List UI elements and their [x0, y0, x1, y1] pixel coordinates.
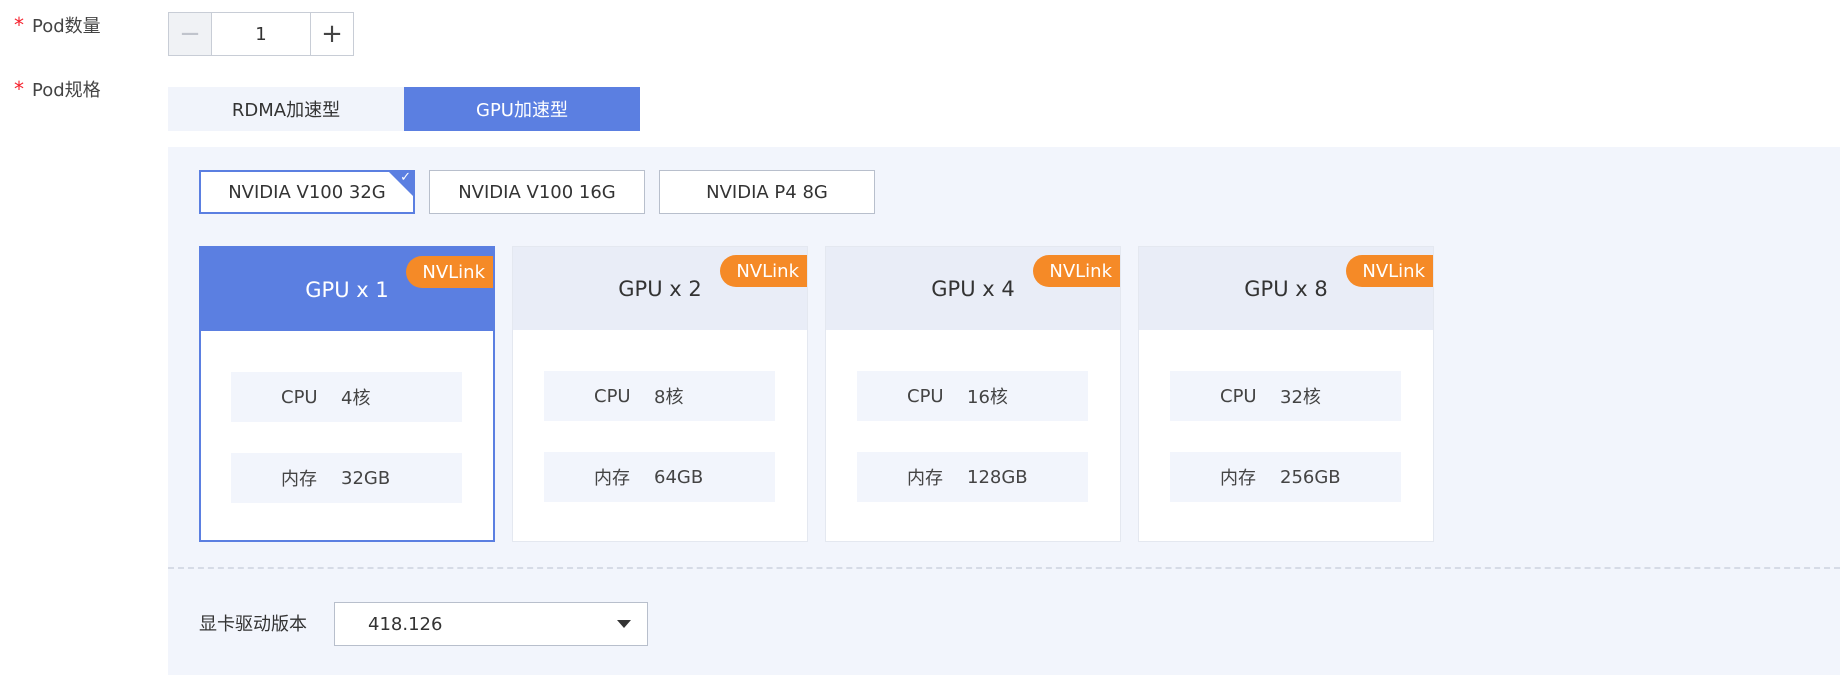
memory-value: 128GB: [967, 466, 1028, 488]
memory-label: 内存: [281, 469, 317, 490]
cpu-label: CPU: [594, 385, 631, 407]
tab-rdma[interactable]: RDMA加速型: [168, 87, 404, 131]
gpu-card-x2[interactable]: GPU x 2 NVLink CPU 8核 内存 64GB: [512, 246, 808, 542]
nvlink-badge: NVLink: [406, 256, 493, 288]
gpu-type-v100-16g[interactable]: NVIDIA V100 16G: [429, 170, 645, 214]
cpu-value: 8核: [654, 387, 684, 408]
memory-spec: 内存 32GB: [231, 453, 462, 503]
gpu-type-selector: NVIDIA V100 32G ✓ NVIDIA V100 16G NVIDIA…: [199, 170, 875, 214]
driver-version-select[interactable]: 418.126: [334, 602, 648, 646]
memory-value: 64GB: [654, 466, 704, 488]
memory-label: 内存: [1220, 468, 1256, 489]
cpu-spec: CPU 32核: [1170, 371, 1401, 421]
cpu-label: CPU: [907, 385, 944, 407]
pod-count-label-text: Pod数量: [32, 16, 101, 37]
driver-version-label: 显卡驱动版本: [199, 614, 307, 635]
gpu-type-p4-8g[interactable]: NVIDIA P4 8G: [659, 170, 875, 214]
pod-count-label: * Pod数量: [14, 12, 101, 38]
gpu-card-x1[interactable]: GPU x 1 NVLink CPU 4核 内存 32GB: [199, 246, 495, 542]
pod-count-input[interactable]: 1: [212, 13, 310, 55]
required-mark: *: [14, 77, 24, 101]
nvlink-badge: NVLink: [720, 255, 807, 287]
cpu-label: CPU: [1220, 385, 1257, 407]
pod-config-form: * Pod数量 − 1 + * Pod规格 RDMA加速型 GPU加速型 NVIDI…: [0, 0, 1840, 681]
pod-count-stepper: − 1 +: [168, 12, 354, 56]
driver-version-value: 418.126: [368, 613, 443, 635]
caret-down-icon: [617, 620, 631, 628]
gpu-type-v100-32g[interactable]: NVIDIA V100 32G ✓: [199, 170, 415, 214]
decrement-button[interactable]: −: [169, 13, 212, 55]
gpu-count-cards: GPU x 1 NVLink CPU 4核 内存 32GB GPU x 2 NV…: [199, 246, 1434, 542]
cpu-spec: CPU 16核: [857, 371, 1088, 421]
memory-spec: 内存 128GB: [857, 452, 1088, 502]
gpu-card-x8[interactable]: GPU x 8 NVLink CPU 32核 内存 256GB: [1138, 246, 1434, 542]
nvlink-badge: NVLink: [1346, 255, 1433, 287]
nvlink-badge: NVLink: [1033, 255, 1120, 287]
pod-spec-label: * Pod规格: [14, 76, 101, 102]
cpu-value: 16核: [967, 387, 1008, 408]
gpu-type-label: NVIDIA V100 16G: [458, 181, 616, 203]
check-icon: ✓: [400, 170, 411, 185]
gpu-type-label: NVIDIA P4 8G: [706, 181, 828, 203]
gpu-card-x4[interactable]: GPU x 4 NVLink CPU 16核 内存 128GB: [825, 246, 1121, 542]
memory-label: 内存: [594, 468, 630, 489]
cpu-spec: CPU 4核: [231, 372, 462, 422]
plus-icon: +: [321, 19, 343, 49]
cpu-label: CPU: [281, 386, 318, 408]
pod-spec-label-text: Pod规格: [32, 80, 101, 101]
memory-label: 内存: [907, 468, 943, 489]
pod-spec-tabs: RDMA加速型 GPU加速型: [168, 87, 640, 131]
section-divider: [168, 567, 1840, 569]
cpu-value: 32核: [1280, 387, 1321, 408]
minus-icon: −: [179, 19, 201, 49]
memory-spec: 内存 64GB: [544, 452, 775, 502]
memory-value: 256GB: [1280, 466, 1341, 488]
gpu-spec-panel: NVIDIA V100 32G ✓ NVIDIA V100 16G NVIDIA…: [168, 147, 1840, 675]
memory-value: 32GB: [341, 467, 391, 489]
memory-spec: 内存 256GB: [1170, 452, 1401, 502]
tab-gpu[interactable]: GPU加速型: [404, 87, 640, 131]
increment-button[interactable]: +: [310, 13, 353, 55]
gpu-type-label: NVIDIA V100 32G: [228, 181, 386, 203]
cpu-value: 4核: [341, 388, 371, 409]
cpu-spec: CPU 8核: [544, 371, 775, 421]
required-mark: *: [14, 13, 24, 37]
